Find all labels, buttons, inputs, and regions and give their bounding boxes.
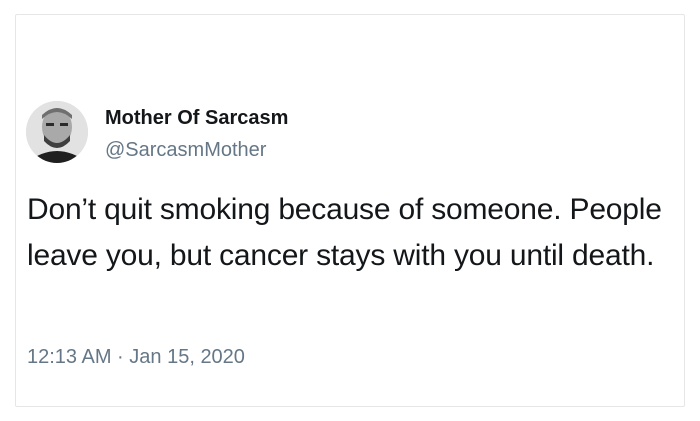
tweet-timestamp[interactable]: 12:13 AM · Jan 15, 2020 [27,346,245,369]
tweet-card: Mother Of Sarcasm @SarcasmMother Don’t q… [15,14,685,407]
author-handle[interactable]: @SarcasmMother [105,139,266,162]
tweet-text: Don’t quit smoking because of someone. P… [27,193,662,272]
author-avatar[interactable] [26,101,88,163]
author-display-name[interactable]: Mother Of Sarcasm [105,107,288,130]
portrait-avatar-icon [26,101,88,163]
